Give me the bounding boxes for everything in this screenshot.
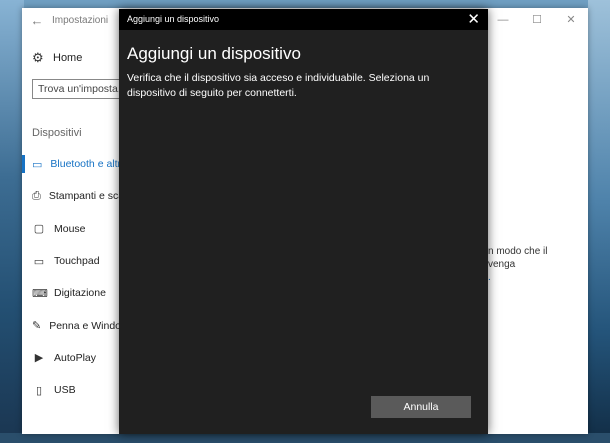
cancel-button[interactable]: Annulla bbox=[371, 396, 471, 418]
body-text-line: venga bbox=[488, 259, 516, 270]
close-icon[interactable]: ✕ bbox=[467, 10, 480, 29]
keyboard-icon: ⌨ bbox=[32, 287, 48, 300]
printer-icon: ⎙ bbox=[32, 189, 41, 202]
body-text-line: n modo che il bbox=[488, 246, 548, 257]
pen-icon: ✎ bbox=[32, 320, 42, 333]
sidebar-item-label: Stampanti e scanner bbox=[48, 190, 119, 203]
sidebar-item-label: Bluetooth e altri bbox=[50, 158, 119, 171]
maximize-icon[interactable]: ☐ bbox=[520, 8, 554, 32]
settings-body-text: n modo che il venga . bbox=[488, 245, 547, 284]
dialog-heading: Aggiungi un dispositivo bbox=[127, 44, 301, 63]
window-controls: — ☐ ✕ bbox=[486, 8, 588, 32]
dialog-description: Verifica che il dispositivo sia acceso e… bbox=[127, 72, 430, 99]
dialog-title: Aggiungi un dispositivo bbox=[127, 14, 220, 24]
dialog-titlebar: Aggiungi un dispositivo ✕ bbox=[119, 9, 488, 30]
search-placeholder: Trova un'imposta... bbox=[38, 83, 127, 95]
sidebar-item-pen[interactable]: ✎ Penna e Windows Ink bbox=[22, 309, 119, 341]
back-arrow-icon[interactable]: ← bbox=[22, 13, 52, 28]
bluetooth-icon: ▭ bbox=[32, 158, 43, 171]
sidebar-item-label: Digitazione bbox=[54, 287, 106, 300]
sidebar-item-label: Penna e Windows Ink bbox=[49, 319, 119, 332]
sidebar-item-usb[interactable]: ▯ USB bbox=[22, 374, 119, 406]
search-input[interactable]: Trova un'imposta... bbox=[32, 79, 132, 99]
sidebar-item-typing[interactable]: ⌨ Digitazione bbox=[22, 277, 119, 309]
wallpaper-bottom bbox=[0, 433, 610, 443]
sidebar-item-bluetooth[interactable]: ▭ Bluetooth e altri bbox=[22, 148, 119, 180]
sidebar-item-label: Mouse bbox=[54, 222, 86, 235]
sidebar-item-label: AutoPlay bbox=[54, 351, 97, 364]
mouse-icon: ▢ bbox=[33, 223, 45, 236]
settings-title: Impostazioni bbox=[52, 14, 109, 26]
gear-icon: ⚙ bbox=[32, 50, 44, 65]
body-text-line: . bbox=[488, 272, 491, 283]
home-link[interactable]: ⚙ Home bbox=[32, 51, 82, 65]
sidebar-nav: ▭ Bluetooth e altri ⎙ Stampanti e scanne… bbox=[22, 148, 119, 406]
wallpaper-left bbox=[0, 0, 24, 443]
add-device-dialog: Aggiungi un dispositivo ✕ Aggiungi un di… bbox=[119, 9, 488, 434]
sidebar-item-mouse[interactable]: ▢ Mouse bbox=[22, 213, 119, 245]
sidebar-item-label: USB bbox=[54, 384, 76, 397]
home-label: Home bbox=[53, 52, 83, 64]
minimize-icon[interactable]: — bbox=[486, 8, 520, 32]
sidebar-item-autoplay[interactable]: ▶ AutoPlay bbox=[22, 342, 119, 374]
autoplay-icon: ▶ bbox=[34, 352, 44, 365]
usb-icon: ▯ bbox=[35, 384, 43, 397]
sidebar-item-touchpad[interactable]: ▭ Touchpad bbox=[22, 245, 119, 277]
section-label: Dispositivi bbox=[32, 127, 82, 139]
touchpad-icon: ▭ bbox=[33, 255, 45, 268]
wallpaper-right bbox=[588, 0, 610, 443]
sidebar-item-printers[interactable]: ⎙ Stampanti e scanner bbox=[22, 180, 119, 212]
close-icon[interactable]: ✕ bbox=[554, 8, 588, 32]
sidebar-item-label: Touchpad bbox=[54, 255, 100, 268]
